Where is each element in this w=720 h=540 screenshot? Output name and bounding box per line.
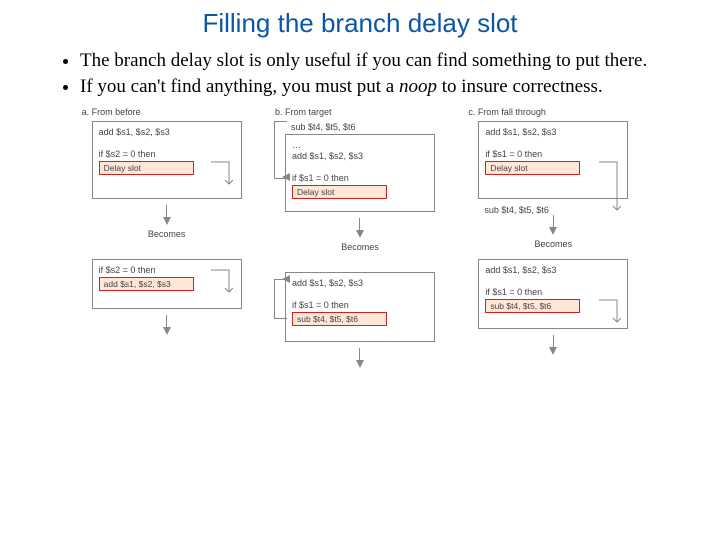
delay-slot: Delay slot	[485, 161, 580, 175]
code-line: add $s1, $s2, $s3	[292, 151, 428, 161]
code-line: sub $t4, $t5, $t6	[291, 122, 435, 132]
column-a: a. From before add $s1, $s2, $s3 if $s2 …	[82, 107, 252, 368]
bullet-list: The branch delay slot is only useful if …	[40, 49, 700, 99]
code-line: if $s1 = 0 then	[292, 173, 428, 183]
arrow-down-head	[163, 327, 171, 335]
arrow-down	[166, 315, 167, 327]
code-box-bottom: if $s2 = 0 then add $s1, $s2, $s3	[92, 259, 242, 309]
column-b: b. From target sub $t4, $t5, $t6 … add $…	[275, 107, 445, 368]
page-title: Filling the branch delay slot	[20, 8, 700, 39]
arrow-down	[553, 335, 554, 347]
arrow-down-head	[549, 227, 557, 235]
code-box-top: … add $s1, $s2, $s3 if $s1 = 0 then Dela…	[285, 134, 435, 212]
code-line	[292, 289, 428, 299]
code-line: add $s1, $s2, $s3	[292, 278, 428, 288]
becomes-label: Becomes	[535, 239, 573, 249]
becomes-label: Becomes	[148, 229, 186, 239]
code-line: add $s1, $s2, $s3	[485, 127, 621, 137]
bullet-item: The branch delay slot is only useful if …	[80, 49, 680, 73]
arrow-down-head	[356, 230, 364, 238]
code-box-top: add $s1, $s2, $s3 if $s1 = 0 then Delay …	[478, 121, 628, 199]
delay-slot-filled: sub $t4, $t5, $t6	[292, 312, 387, 326]
code-line: …	[292, 140, 428, 150]
column-c: c. From fall through add $s1, $s2, $s3 i…	[468, 107, 638, 368]
code-line	[485, 138, 621, 148]
arrow-down	[359, 348, 360, 360]
delay-slot-filled: add $s1, $s2, $s3	[99, 277, 194, 291]
column-head: b. From target	[275, 107, 332, 117]
code-line: add $s1, $s2, $s3	[99, 127, 235, 137]
code-box-top: add $s1, $s2, $s3 if $s2 = 0 then Delay …	[92, 121, 242, 199]
arrow-down	[166, 205, 167, 217]
bullet-item: If you can't find anything, you must put…	[80, 75, 680, 99]
code-line	[99, 138, 235, 148]
delay-slot-filled: sub $t4, $t5, $t6	[485, 299, 580, 313]
becomes-label: Becomes	[341, 242, 379, 252]
noop-word: noop	[399, 76, 437, 97]
arrow-down-head	[356, 360, 364, 368]
arrow-down-head	[549, 347, 557, 355]
diagram: a. From before add $s1, $s2, $s3 if $s2 …	[80, 107, 640, 368]
code-line: if $s1 = 0 then	[292, 300, 428, 310]
code-line	[292, 162, 428, 172]
code-box-bottom: add $s1, $s2, $s3 if $s1 = 0 then sub $t…	[285, 272, 435, 342]
arrow-down	[553, 215, 554, 227]
code-line: add $s1, $s2, $s3	[485, 265, 621, 275]
code-line	[485, 276, 621, 286]
arrow-down	[359, 218, 360, 230]
arrow-down-head	[163, 217, 171, 225]
delay-slot: Delay slot	[292, 185, 387, 199]
code-box-bottom: add $s1, $s2, $s3 if $s1 = 0 then sub $t…	[478, 259, 628, 329]
column-head: a. From before	[82, 107, 141, 117]
delay-slot: Delay slot	[99, 161, 194, 175]
column-head: c. From fall through	[468, 107, 546, 117]
